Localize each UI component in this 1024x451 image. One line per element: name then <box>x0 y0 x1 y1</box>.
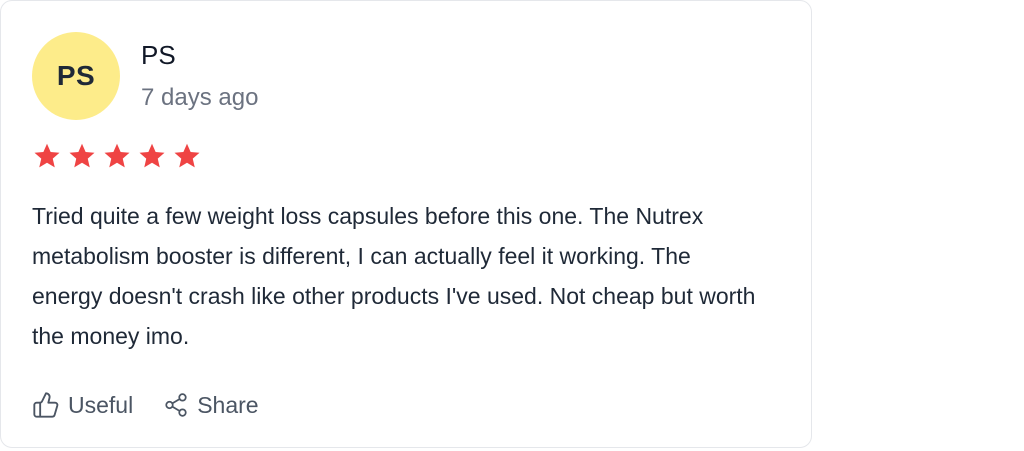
review-card: PS PS 7 days ago Tried quite a few weigh… <box>0 0 812 448</box>
review-actions: Useful Share <box>32 387 259 423</box>
share-icon <box>165 393 187 417</box>
useful-label: Useful <box>68 392 134 418</box>
author-name: PS <box>141 40 176 70</box>
share-button[interactable]: Share <box>163 387 259 423</box>
star-icon <box>139 143 165 168</box>
useful-button[interactable]: Useful <box>32 387 133 423</box>
star-icon <box>104 143 130 168</box>
star-icon <box>69 143 95 168</box>
share-label: Share <box>197 392 259 418</box>
star-rating <box>32 141 202 171</box>
thumbs-up-icon <box>33 392 59 418</box>
star-icon <box>174 143 200 168</box>
star-icon <box>34 143 60 168</box>
review-timestamp: 7 days ago <box>141 84 259 111</box>
review-text: Tried quite a few weight loss capsules b… <box>32 203 756 349</box>
avatar: PS <box>32 32 120 120</box>
